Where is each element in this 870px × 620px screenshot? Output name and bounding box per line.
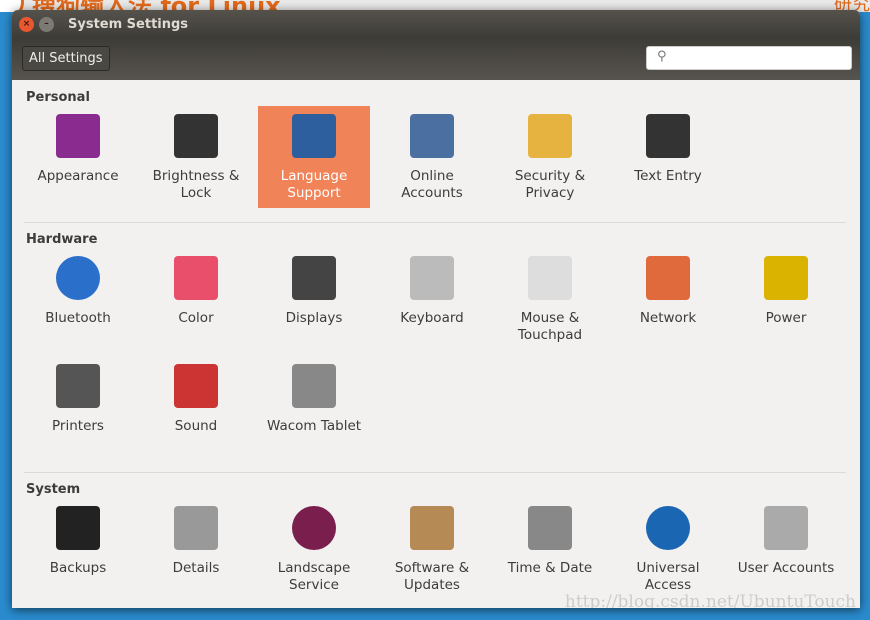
landscape-service-icon [292,506,336,550]
settings-item-mouse-touchpad[interactable]: Mouse & Touchpad [494,248,606,344]
settings-item-security-privacy[interactable]: Security & Privacy [494,106,606,202]
settings-item-label: Brightness & Lock [152,168,240,201]
online-accounts-icon [410,114,454,158]
search-icon: ⚲ [657,49,667,64]
details-icon [174,506,218,550]
text-entry-icon [646,114,690,158]
settings-item-universal-access[interactable]: Universal Access [612,498,724,594]
security-privacy-icon [528,114,572,158]
window-title: System Settings [68,16,189,32]
user-accounts-icon [764,506,808,550]
settings-item-text-entry[interactable]: Text Entry [612,106,724,185]
close-button[interactable]: × [19,16,34,32]
settings-item-sound[interactable]: Sound [140,356,252,435]
settings-item-label: Appearance [37,168,119,184]
settings-item-label: Bluetooth [45,310,111,326]
settings-item-color[interactable]: Color [140,248,252,327]
sound-icon [174,364,218,408]
universal-access-icon [646,506,690,550]
settings-item-appearance[interactable]: Appearance [22,106,134,185]
divider [24,222,846,223]
settings-item-network[interactable]: Network [612,248,724,327]
section-heading-system: System [26,482,81,497]
settings-item-label: Universal Access [636,560,700,593]
title-bar: × – System Settings [12,10,860,38]
keyboard-icon [410,256,454,300]
wacom-tablet-icon [292,364,336,408]
software-updates-icon [410,506,454,550]
brightness-lock-icon [174,114,218,158]
minimize-button[interactable]: – [39,16,54,32]
settings-item-time-date[interactable]: Time & Date [494,498,606,577]
settings-item-label: Sound [174,418,218,434]
time-date-icon [528,506,572,550]
power-icon [764,256,808,300]
settings-item-label: Network [639,310,697,326]
all-settings-button[interactable]: All Settings [22,46,110,71]
settings-item-label: Time & Date [507,560,593,576]
divider [24,472,846,473]
settings-item-power[interactable]: Power [730,248,842,327]
settings-item-wacom-tablet[interactable]: Wacom Tablet [258,356,370,435]
settings-item-displays[interactable]: Displays [258,248,370,327]
settings-item-label: Keyboard [400,310,464,326]
bluetooth-icon [56,256,100,300]
mouse-touchpad-icon [528,256,572,300]
settings-item-label: Mouse & Touchpad [517,310,583,343]
settings-item-landscape-service[interactable]: Landscape Service [258,498,370,594]
settings-item-label: Software & Updates [394,560,470,593]
search-input[interactable]: ⚲ [646,46,852,70]
section-heading-personal: Personal [26,90,90,105]
settings-item-label: Language Support [280,168,348,201]
settings-item-software-updates[interactable]: Software & Updates [376,498,488,594]
watermark: http://blog.csdn.net/UbuntuTouch [564,592,856,608]
settings-item-label: Text Entry [634,168,702,184]
settings-item-user-accounts[interactable]: User Accounts [730,498,842,577]
settings-item-label: Online Accounts [401,168,463,201]
settings-item-label: Details [172,560,220,576]
settings-item-keyboard[interactable]: Keyboard [376,248,488,327]
displays-icon [292,256,336,300]
color-icon [174,256,218,300]
toolbar: All Settings ⚲ [12,38,860,80]
settings-item-backups[interactable]: Backups [22,498,134,577]
network-icon [646,256,690,300]
settings-item-label: Security & Privacy [514,168,586,201]
settings-item-label: Wacom Tablet [266,418,362,434]
appearance-icon [56,114,100,158]
settings-item-label: Color [178,310,214,326]
settings-item-bluetooth[interactable]: Bluetooth [22,248,134,327]
settings-item-printers[interactable]: Printers [22,356,134,435]
backups-icon [56,506,100,550]
section-heading-hardware: Hardware [26,232,98,247]
settings-item-label: User Accounts [737,560,835,576]
settings-item-online-accounts[interactable]: Online Accounts [376,106,488,202]
settings-item-label: Backups [49,560,107,576]
settings-item-language-support[interactable]: Language Support [258,106,370,208]
system-settings-window: × – System Settings All Settings ⚲ Perso… [12,10,860,608]
settings-item-label: Landscape Service [277,560,351,593]
settings-item-label: Printers [52,418,104,434]
settings-item-brightness-lock[interactable]: Brightness & Lock [140,106,252,202]
language-support-icon [292,114,336,158]
settings-item-label: Power [765,310,807,326]
printers-icon [56,364,100,408]
settings-item-details[interactable]: Details [140,498,252,577]
settings-item-label: Displays [285,310,343,326]
